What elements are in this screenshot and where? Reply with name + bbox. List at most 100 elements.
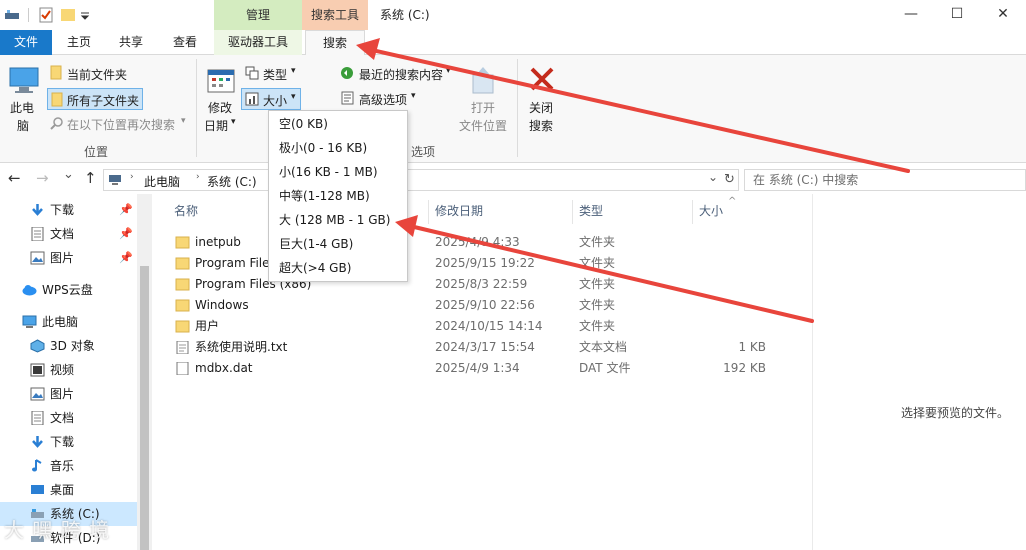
size-option-empty[interactable]: 空(0 KB) bbox=[270, 112, 406, 136]
recent-searches-button[interactable]: 最近的搜索内容 bbox=[359, 66, 443, 83]
table-row[interactable]: 系统使用说明.txt 2024/3/17 15:54 文本文档 1 KB bbox=[170, 337, 780, 358]
tab-file[interactable]: 文件 bbox=[0, 30, 52, 55]
this-pc-button[interactable]: 此电 bbox=[10, 99, 34, 116]
navigation-scrollbar[interactable] bbox=[137, 194, 152, 550]
context-search-tools-label: 搜索工具 bbox=[302, 0, 368, 30]
size-option-medium[interactable]: 中等(1-128 MB) bbox=[270, 184, 406, 208]
customize-quick-access-icon[interactable] bbox=[80, 7, 90, 23]
crumb-separator-icon: › bbox=[196, 172, 200, 182]
forward-button[interactable]: → bbox=[36, 169, 49, 187]
nav-item-music[interactable]: 音乐 bbox=[0, 454, 137, 478]
table-row[interactable]: Windows 2025/9/10 22:56 文件夹 bbox=[170, 295, 780, 316]
nav-item-this-pc[interactable]: 此电脑 bbox=[0, 310, 137, 334]
nav-label: 3D 对象 bbox=[50, 339, 95, 353]
size-option-tiny[interactable]: 极小(0 - 16 KB) bbox=[270, 136, 406, 160]
breadcrumb-this-pc[interactable]: 此电脑 bbox=[144, 173, 180, 190]
advanced-options-dropdown-icon[interactable]: ▾ bbox=[411, 91, 416, 101]
table-row[interactable]: 用户 2024/10/15 14:14 文件夹 bbox=[170, 316, 780, 337]
nav-item-downloads[interactable]: 下载 bbox=[0, 430, 137, 454]
nav-item-pictures[interactable]: 图片 bbox=[0, 382, 137, 406]
recent-searches-dropdown-icon[interactable]: ▾ bbox=[446, 66, 451, 76]
back-button[interactable]: ← bbox=[8, 169, 21, 187]
tab-home[interactable]: 主页 bbox=[56, 30, 102, 55]
size-option-gigantic[interactable]: 超大(>4 GB) bbox=[270, 256, 406, 280]
size-option-small[interactable]: 小(16 KB - 1 MB) bbox=[270, 160, 406, 184]
context-manage-label: 管理 bbox=[214, 0, 302, 30]
this-pc-button-line2[interactable]: 脑 bbox=[17, 117, 29, 134]
close-button[interactable]: ✕ bbox=[980, 0, 1026, 30]
nav-item-wps-cloud[interactable]: WPS云盘 bbox=[0, 278, 137, 302]
search-again-dropdown-icon[interactable]: ▾ bbox=[181, 116, 186, 126]
table-row[interactable]: Program Files 2025/9/15 19:22 文件夹 bbox=[170, 253, 780, 274]
table-row[interactable]: Program Files (x86) 2025/8/3 22:59 文件夹 bbox=[170, 274, 780, 295]
nav-item-documents-pinned[interactable]: 文档 📌 bbox=[0, 222, 137, 246]
table-row[interactable]: mdbx.dat 2025/4/9 1:34 DAT 文件 192 KB bbox=[170, 358, 780, 379]
column-header-type[interactable]: 类型 bbox=[579, 202, 603, 219]
close-search-button-line2[interactable]: 搜索 bbox=[529, 117, 553, 134]
new-folder-icon[interactable] bbox=[60, 7, 76, 23]
column-divider[interactable] bbox=[572, 200, 573, 224]
column-divider[interactable] bbox=[428, 200, 429, 224]
nav-item-pictures-pinned[interactable]: 图片 📌 bbox=[0, 246, 137, 270]
maximize-button[interactable]: ☐ bbox=[934, 0, 980, 30]
tab-drive-tools[interactable]: 驱动器工具 bbox=[214, 30, 302, 55]
explorer-icon[interactable] bbox=[4, 7, 20, 23]
recent-locations-button[interactable]: ⌄ bbox=[63, 167, 74, 182]
minimize-button[interactable]: — bbox=[888, 0, 934, 30]
file-type: 文本文档 bbox=[579, 340, 628, 354]
size-option-large[interactable]: 大 (128 MB - 1 GB) bbox=[270, 208, 406, 232]
column-divider[interactable] bbox=[692, 200, 693, 224]
nav-item-desktop[interactable]: 桌面 bbox=[0, 478, 137, 502]
nav-item-videos[interactable]: 视频 bbox=[0, 358, 137, 382]
file-date: 2024/3/17 15:54 bbox=[435, 340, 535, 354]
navigation-pane: 下载 📌 文档 📌 图片 📌 WPS云盘 此电脑 3D 对象 视频 图片 文档 … bbox=[0, 194, 152, 550]
tab-search[interactable]: 搜索 bbox=[305, 30, 365, 56]
open-file-location-button[interactable]: 打开 bbox=[471, 99, 495, 116]
column-header-name[interactable]: 名称 bbox=[174, 202, 198, 219]
file-date: 2024/10/15 14:14 bbox=[435, 319, 543, 333]
refresh-button[interactable]: ↻ bbox=[724, 172, 735, 187]
preview-placeholder-text: 选择要预览的文件。 bbox=[901, 406, 1010, 420]
column-header-date-modified[interactable]: 修改日期 bbox=[435, 202, 483, 219]
up-button[interactable]: ↑ bbox=[84, 169, 97, 187]
properties-icon[interactable] bbox=[38, 7, 54, 23]
current-folder-button[interactable]: 当前文件夹 bbox=[67, 66, 127, 83]
nav-label: 图片 bbox=[50, 251, 75, 265]
table-row[interactable]: inetpub 2025/4/9 4:33 文件夹 bbox=[170, 232, 780, 253]
3d-objects-icon bbox=[30, 339, 45, 353]
file-list: 名称 修改日期 类型 大小 ^ inetpub 2025/4/9 4:33 文件… bbox=[152, 194, 812, 550]
file-type: 文件夹 bbox=[579, 256, 616, 270]
all-subfolders-button[interactable]: 所有子文件夹 bbox=[47, 88, 143, 110]
nav-item-3d-objects[interactable]: 3D 对象 bbox=[0, 334, 137, 358]
open-file-location-button-line2[interactable]: 文件位置 bbox=[459, 117, 507, 134]
nav-label: 文档 bbox=[50, 411, 75, 425]
date-modified-button[interactable]: 修改 bbox=[208, 99, 232, 116]
kind-dropdown-icon[interactable]: ▾ bbox=[291, 66, 296, 76]
file-name: Windows bbox=[195, 298, 249, 312]
folder-icon bbox=[175, 299, 190, 312]
kind-button[interactable]: 类型 bbox=[263, 66, 287, 83]
nav-item-documents[interactable]: 文档 bbox=[0, 406, 137, 430]
search-input[interactable]: 在 系统 (C:) 中搜索 bbox=[744, 169, 1026, 191]
size-button[interactable]: 大小 ▾ bbox=[241, 88, 301, 110]
computer-icon bbox=[22, 315, 37, 328]
close-search-button[interactable]: 关闭 bbox=[529, 99, 553, 116]
file-type: 文件夹 bbox=[579, 235, 616, 249]
size-option-huge[interactable]: 巨大(1-4 GB) bbox=[270, 232, 406, 256]
advanced-options-button[interactable]: 高级选项 bbox=[359, 91, 407, 108]
navigation-bar: ← → ⌄ ↑ › 此电脑 › 系统 (C:) ⌄ ↻ 在 系统 (C:) 中搜… bbox=[0, 166, 1026, 194]
address-dropdown-icon[interactable]: ⌄ bbox=[708, 170, 718, 184]
date-modified-button-line2[interactable]: 日期 bbox=[204, 117, 228, 134]
date-modified-dropdown-icon[interactable]: ▾ bbox=[231, 117, 236, 127]
column-header-size[interactable]: 大小 bbox=[699, 202, 723, 219]
pictures-icon bbox=[30, 387, 45, 401]
nav-item-downloads-pinned[interactable]: 下载 📌 bbox=[0, 198, 137, 222]
address-bar[interactable]: › 此电脑 › 系统 (C:) ⌄ ↻ bbox=[103, 169, 739, 191]
search-again-button[interactable]: 在以下位置再次搜索 bbox=[67, 116, 175, 133]
scrollbar-thumb[interactable] bbox=[140, 266, 149, 550]
file-name: Program Files bbox=[195, 256, 276, 270]
breadcrumb-drive[interactable]: 系统 (C:) bbox=[207, 173, 257, 190]
tab-view[interactable]: 查看 bbox=[162, 30, 208, 55]
nav-label: 图片 bbox=[50, 387, 75, 401]
tab-share[interactable]: 共享 bbox=[108, 30, 154, 55]
